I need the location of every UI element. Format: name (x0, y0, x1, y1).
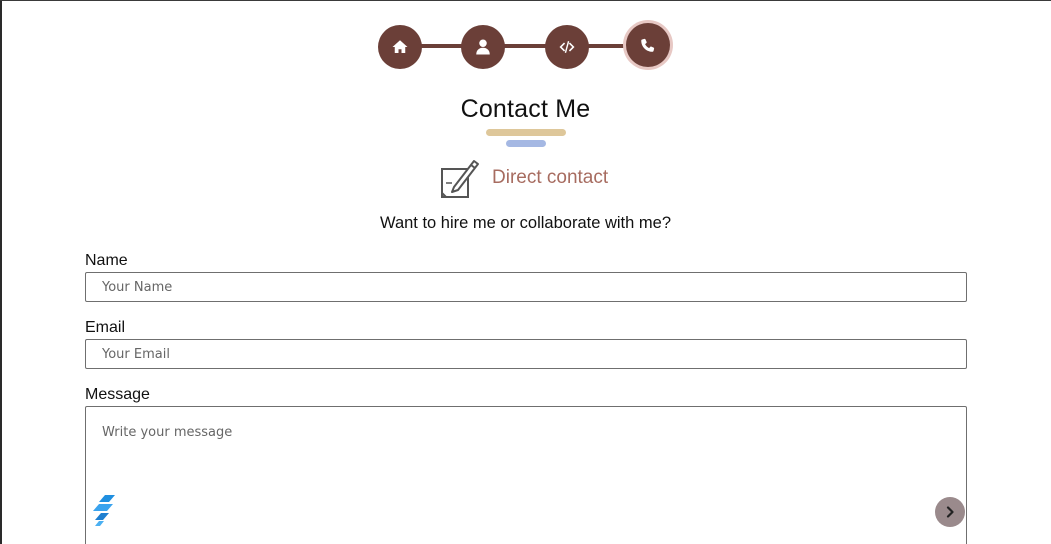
scroll-right-button[interactable] (935, 497, 965, 527)
user-icon (476, 39, 490, 55)
nav-track (398, 44, 650, 48)
nav-step-contact[interactable] (626, 23, 670, 67)
window-edge (0, 1, 2, 544)
phone-icon (641, 38, 655, 52)
title-underline-gold (486, 129, 566, 136)
section-nav (378, 23, 674, 70)
title-underline-blue (506, 140, 546, 147)
code-icon (559, 41, 575, 53)
direct-contact-heading: Direct contact (440, 157, 608, 199)
direct-contact-label: Direct contact (492, 167, 609, 188)
contact-page: Contact Me Direct contact Want to hire m… (0, 0, 1051, 544)
message-textarea[interactable] (85, 406, 967, 544)
message-label: Message (85, 386, 150, 403)
nav-step-home[interactable] (378, 25, 422, 69)
brand-logo-icon[interactable] (91, 493, 117, 527)
section-title: Contact Me (460, 95, 591, 123)
email-label: Email (85, 319, 126, 336)
nav-step-about[interactable] (461, 25, 505, 69)
hire-question: Want to hire me or collaborate with me? (379, 214, 671, 232)
name-input[interactable] (85, 272, 967, 302)
chevron-right-icon (946, 506, 954, 518)
name-label: Name (85, 252, 128, 269)
edit-note-icon (441, 160, 479, 198)
home-icon (392, 40, 408, 53)
nav-step-projects[interactable] (545, 25, 589, 69)
email-input[interactable] (85, 339, 967, 369)
